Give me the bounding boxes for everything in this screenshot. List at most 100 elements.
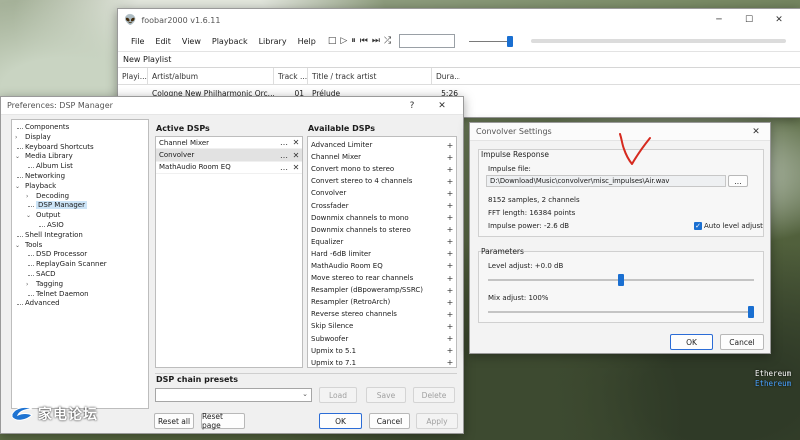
add-icon[interactable]: + xyxy=(444,334,456,343)
tree-item[interactable]: Networking xyxy=(12,172,148,182)
add-icon[interactable]: + xyxy=(444,358,456,367)
add-icon[interactable]: + xyxy=(444,201,456,210)
presets-combo[interactable]: ⌄ xyxy=(155,388,312,402)
chevron-down-icon[interactable]: ⌄ xyxy=(15,182,20,192)
list-item[interactable]: Downmix channels to stereo + xyxy=(308,224,456,236)
add-icon[interactable]: + xyxy=(444,189,456,198)
add-icon[interactable]: + xyxy=(444,249,456,258)
browse-button[interactable]: ... xyxy=(728,175,748,187)
impulse-file-path[interactable]: D:\Download\Music\convolver\misc_impulse… xyxy=(486,175,726,187)
tree-item[interactable]: Shell Integration xyxy=(12,231,148,241)
add-icon[interactable]: + xyxy=(444,177,456,186)
auto-level-checkbox[interactable]: ✓ xyxy=(694,222,702,230)
list-item[interactable]: Upmix to 7.1 + xyxy=(308,357,456,369)
close-button[interactable]: ✕ xyxy=(764,15,794,25)
chevron-right-icon[interactable]: › xyxy=(15,133,17,143)
list-item[interactable]: Upmix to 5.1 + xyxy=(308,345,456,357)
ok-button[interactable]: OK xyxy=(670,334,713,350)
list-item[interactable]: Convert mono to stereo + xyxy=(308,163,456,175)
tree-item[interactable]: ⌄ Output xyxy=(12,211,148,221)
reset-all-button[interactable]: Reset all xyxy=(154,413,194,429)
toolbar-search-box[interactable] xyxy=(399,34,456,48)
add-icon[interactable]: + xyxy=(444,310,456,319)
list-item[interactable]: Move stereo to rear channels + xyxy=(308,272,456,284)
chevron-down-icon[interactable]: ⌄ xyxy=(15,241,20,251)
reset-page-button[interactable]: Reset page xyxy=(201,412,245,430)
close-button[interactable]: ✕ xyxy=(427,101,457,111)
remove-icon[interactable]: ✕ xyxy=(290,138,302,147)
add-icon[interactable]: + xyxy=(444,141,456,150)
list-item[interactable]: Downmix channels to mono + xyxy=(308,212,456,224)
next-icon[interactable]: ⏭ xyxy=(372,36,380,46)
list-item[interactable]: Equalizer + xyxy=(308,236,456,248)
list-item[interactable]: Crossfader + xyxy=(308,199,456,211)
add-icon[interactable]: + xyxy=(444,346,456,355)
column-playing[interactable]: Playi... xyxy=(118,68,148,84)
remove-icon[interactable]: ✕ xyxy=(290,163,302,172)
add-icon[interactable]: + xyxy=(444,298,456,307)
tree-item[interactable]: ReplayGain Scanner xyxy=(12,260,148,270)
configure-icon[interactable]: … xyxy=(278,151,290,160)
remove-icon[interactable]: ✕ xyxy=(290,151,302,160)
load-button[interactable]: Load xyxy=(319,387,357,403)
list-item[interactable]: Subwoofer + xyxy=(308,333,456,345)
chevron-right-icon[interactable]: › xyxy=(26,280,28,290)
seek-bar[interactable] xyxy=(531,39,787,43)
foobar-titlebar[interactable]: 👽 foobar2000 v1.6.11 ─ ☐ ✕ xyxy=(118,9,800,31)
apply-button[interactable]: Apply xyxy=(416,413,458,429)
add-icon[interactable]: + xyxy=(444,274,456,283)
add-icon[interactable]: + xyxy=(444,225,456,234)
tree-item[interactable]: SACD xyxy=(12,270,148,280)
list-item[interactable]: Resampler (dBpoweramp/SSRC) + xyxy=(308,284,456,296)
preferences-titlebar[interactable]: Preferences: DSP Manager ? ✕ xyxy=(1,97,463,115)
delete-button[interactable]: Delete xyxy=(413,387,455,403)
add-icon[interactable]: + xyxy=(444,237,456,246)
random-icon[interactable]: ⤮ xyxy=(384,36,391,46)
list-item[interactable]: Advanced Limiter + xyxy=(308,139,456,151)
chevron-down-icon[interactable]: ⌄ xyxy=(26,211,31,221)
tree-item[interactable]: DSP Manager xyxy=(12,201,148,211)
help-button[interactable]: ? xyxy=(397,101,427,111)
pause-icon[interactable]: ⏸ xyxy=(351,36,356,46)
list-item[interactable]: Hard -6dB limiter + xyxy=(308,248,456,260)
configure-icon[interactable]: … xyxy=(278,138,290,147)
tree-item[interactable]: ASIO xyxy=(12,221,148,231)
tree-item[interactable]: › Decoding xyxy=(12,192,148,202)
close-button[interactable]: ✕ xyxy=(748,127,764,137)
save-button[interactable]: Save xyxy=(366,387,406,403)
slider-knob[interactable] xyxy=(748,306,754,318)
list-item[interactable]: Channel Mixer … ✕ xyxy=(156,137,302,150)
add-icon[interactable]: + xyxy=(444,261,456,270)
list-item[interactable]: MathAudio Room EQ … ✕ xyxy=(156,162,302,175)
cancel-button[interactable]: Cancel xyxy=(369,413,410,429)
list-item[interactable]: MathAudio Room EQ + xyxy=(308,260,456,272)
cancel-button[interactable]: Cancel xyxy=(720,334,764,350)
tree-item[interactable]: Keyboard Shortcuts xyxy=(12,143,148,153)
volume-slider[interactable] xyxy=(469,35,514,47)
slider-knob[interactable] xyxy=(618,274,624,286)
ok-button[interactable]: OK xyxy=(319,413,362,429)
tree-item[interactable]: › Tagging xyxy=(12,280,148,290)
list-item[interactable]: Reverse stereo channels + xyxy=(308,308,456,320)
tree-item[interactable]: Components xyxy=(12,123,148,133)
configure-icon[interactable]: … xyxy=(278,163,290,172)
tree-item[interactable]: Advanced xyxy=(12,299,148,309)
minimize-button[interactable]: ─ xyxy=(704,15,734,25)
chevron-right-icon[interactable]: › xyxy=(26,192,28,202)
volume-knob[interactable] xyxy=(507,36,514,47)
chevron-down-icon[interactable]: ⌄ xyxy=(15,152,20,162)
column-artist-album[interactable]: Artist/album xyxy=(148,68,274,84)
tree-item[interactable]: DSD Processor xyxy=(12,250,148,260)
list-item[interactable]: Channel Mixer + xyxy=(308,151,456,163)
play-icon[interactable]: ▷ xyxy=(340,36,347,46)
mix-adjust-slider[interactable] xyxy=(488,306,754,318)
tree-item[interactable]: ⌄ Playback xyxy=(12,182,148,192)
menu-edit[interactable]: Edit xyxy=(150,37,177,46)
add-icon[interactable]: + xyxy=(444,213,456,222)
add-icon[interactable]: + xyxy=(444,153,456,162)
tree-item[interactable]: ⌄ Tools xyxy=(12,241,148,251)
menu-file[interactable]: File xyxy=(126,37,150,46)
list-item[interactable]: Skip Silence + xyxy=(308,320,456,332)
stop-icon[interactable]: □ xyxy=(328,36,337,46)
list-item[interactable]: Convert stereo to 4 channels + xyxy=(308,175,456,187)
